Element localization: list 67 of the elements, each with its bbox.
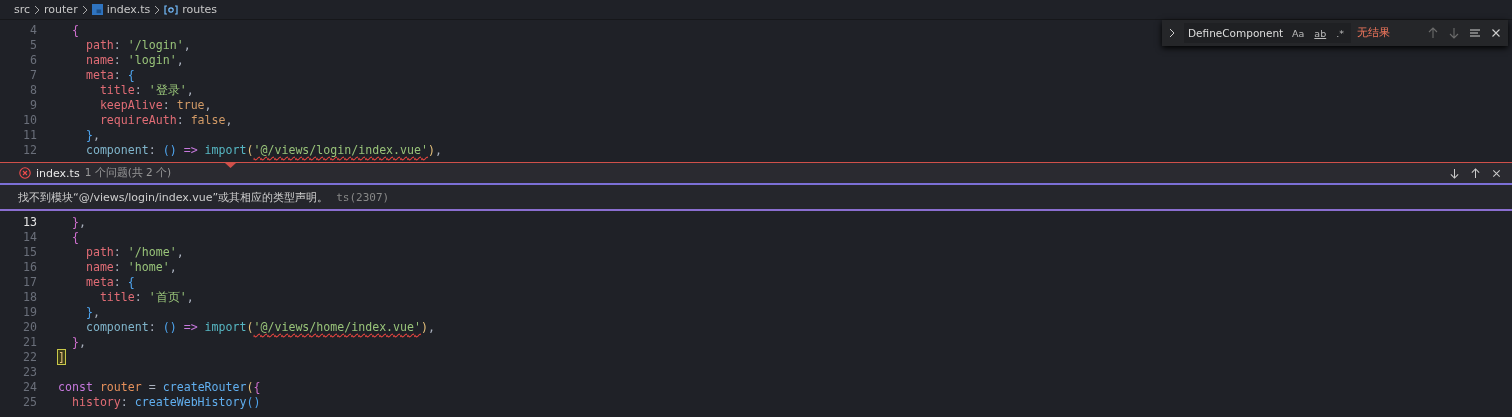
breadcrumb-item[interactable]: src	[14, 3, 31, 16]
line-number: 13	[22, 215, 37, 230]
code-line: name: 'home',	[84, 260, 177, 275]
find-option-toggle[interactable]: .*	[1334, 26, 1346, 40]
line-number: 15	[22, 245, 37, 260]
code-line: name: 'login',	[84, 53, 184, 68]
code-line: component: () => import('@/views/home/index.vue'),	[84, 320, 435, 335]
file-type-icon	[91, 4, 103, 15]
code-line: requireAuth: false,	[98, 113, 233, 128]
code-line: path: '/home',	[84, 245, 184, 260]
breadcrumb-item[interactable]: index.ts	[106, 3, 151, 16]
code-line: },	[70, 335, 86, 350]
line-number: 19	[22, 305, 37, 320]
find-option-toggle[interactable]: Aa	[1290, 26, 1307, 40]
line-number: 11	[22, 128, 37, 143]
code-line: component: () => import('@/views/login/index.vue'),	[84, 143, 442, 158]
line-number: 14	[22, 230, 37, 245]
breadcrumb-item[interactable]: router	[44, 3, 78, 16]
line-number: 7	[29, 68, 37, 83]
problem-count: 1 个问题(共 2 个)	[84, 166, 172, 180]
code-line: const router = createRouter({	[58, 380, 261, 395]
line-number: 24	[22, 380, 37, 395]
up-arrow-icon	[1469, 167, 1481, 179]
chevron-right-icon	[81, 5, 88, 14]
line-number: 9	[29, 98, 37, 113]
down-arrow-icon	[1448, 27, 1461, 39]
code-line: path: '/login',	[84, 38, 191, 53]
breadcrumb-item[interactable]: routes	[182, 3, 218, 16]
down-arrow-icon	[1448, 167, 1460, 179]
code-line: {	[70, 23, 79, 38]
lines-icon	[1469, 27, 1482, 39]
code-line: },	[84, 128, 100, 143]
line-number: 6	[29, 53, 37, 68]
code-line: meta: {	[84, 68, 135, 83]
find-option-toggle[interactable]: ab	[1312, 26, 1329, 40]
line-number: 25	[22, 395, 37, 410]
symbol-icon	[164, 4, 179, 15]
line-number: 23	[22, 365, 37, 380]
line-number: 22	[22, 350, 37, 365]
problem-file-name: index.ts	[36, 166, 80, 180]
up-arrow-icon	[1427, 27, 1440, 39]
code-line: history: createWebHistory()	[70, 395, 261, 410]
line-number: 17	[22, 275, 37, 290]
line-number: 4	[29, 23, 37, 38]
code-line: },	[84, 305, 100, 320]
line-number: 18	[22, 290, 37, 305]
error-code: ts(2307)	[336, 190, 390, 204]
code-line: title: '首页',	[98, 290, 194, 305]
chevron-right-icon	[154, 5, 161, 14]
chevron-right-icon	[34, 5, 41, 14]
code-line: meta: {	[84, 275, 135, 290]
code-line: {	[70, 230, 79, 245]
code-line: title: '登录',	[98, 83, 194, 98]
error-message: 找不到模块“@/views/login/index.vue”或其相应的类型声明。	[18, 189, 329, 205]
line-number: 12	[22, 143, 37, 158]
line-number: 16	[22, 260, 37, 275]
line-number: 10	[22, 113, 37, 128]
line-number: 20	[22, 320, 37, 335]
line-number: 8	[29, 83, 37, 98]
line-number: 21	[22, 335, 37, 350]
close-icon	[1490, 27, 1503, 39]
code-line: keepAlive: true,	[98, 98, 212, 113]
line-number: 5	[29, 38, 37, 53]
code-line: },	[70, 215, 86, 230]
find-field[interactable]: DefineComponent Aa ab .*	[1184, 23, 1351, 43]
close-icon	[1490, 167, 1502, 179]
no-results-label: 无结果	[1356, 26, 1390, 40]
